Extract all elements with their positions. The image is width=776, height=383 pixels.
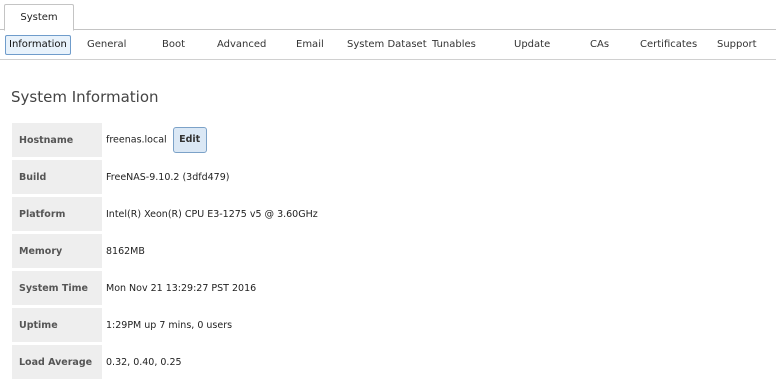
subtab-support[interactable]: Support <box>717 35 757 55</box>
load-average-value: 0.32, 0.40, 0.25 <box>106 356 182 368</box>
system-info-table: Hostname freenas.local Edit Build FreeNAS… <box>12 120 318 382</box>
memory-row: Memory 8162MB <box>12 234 318 268</box>
build-value: FreeNAS-9.10.2 (3dfd479) <box>106 171 230 183</box>
system-time-row: System Time Mon Nov 21 13:29:27 PST 2016 <box>12 271 318 305</box>
build-row: Build FreeNAS-9.10.2 (3dfd479) <box>12 160 318 194</box>
tab-system[interactable]: System <box>4 4 74 31</box>
subtab-general[interactable]: General <box>87 35 126 55</box>
subtab-tunables[interactable]: Tunables <box>432 35 476 55</box>
subtab-system-dataset[interactable]: System Dataset <box>347 35 427 55</box>
platform-value: Intel(R) Xeon(R) CPU E3-1275 v5 @ 3.60GH… <box>106 208 318 220</box>
subtab-boot[interactable]: Boot <box>162 35 185 55</box>
system-subtab-bar: Information General Boot Advanced Email … <box>0 30 776 60</box>
subtab-cas[interactable]: CAs <box>590 35 609 55</box>
load-average-row: Load Average 0.32, 0.40, 0.25 <box>12 345 318 379</box>
uptime-value: 1:29PM up 7 mins, 0 users <box>106 319 233 331</box>
platform-row: Platform Intel(R) Xeon(R) CPU E3-1275 v5… <box>12 197 318 231</box>
subtab-email[interactable]: Email <box>296 35 324 55</box>
load-average-label: Load Average <box>12 345 102 379</box>
page-title: System Information <box>11 88 159 106</box>
uptime-label: Uptime <box>12 308 102 342</box>
subtab-information[interactable]: Information <box>5 35 71 55</box>
hostname-row: Hostname freenas.local Edit <box>12 123 318 157</box>
system-time-value: Mon Nov 21 13:29:27 PST 2016 <box>106 282 257 294</box>
outer-tab-bar: System <box>0 0 776 31</box>
edit-hostname-button[interactable]: Edit <box>172 127 207 153</box>
platform-label: Platform <box>12 197 102 231</box>
system-page: System Information General Boot Advanced… <box>0 0 776 383</box>
hostname-value: freenas.local <box>106 134 167 146</box>
build-label: Build <box>12 160 102 194</box>
subtab-update[interactable]: Update <box>514 35 550 55</box>
subtab-certificates[interactable]: Certificates <box>640 35 697 55</box>
subtab-advanced[interactable]: Advanced <box>217 35 266 55</box>
hostname-cell: freenas.local Edit <box>102 123 318 157</box>
system-time-label: System Time <box>12 271 102 305</box>
memory-label: Memory <box>12 234 102 268</box>
memory-value: 8162MB <box>106 245 145 257</box>
hostname-label: Hostname <box>12 123 102 157</box>
uptime-row: Uptime 1:29PM up 7 mins, 0 users <box>12 308 318 342</box>
